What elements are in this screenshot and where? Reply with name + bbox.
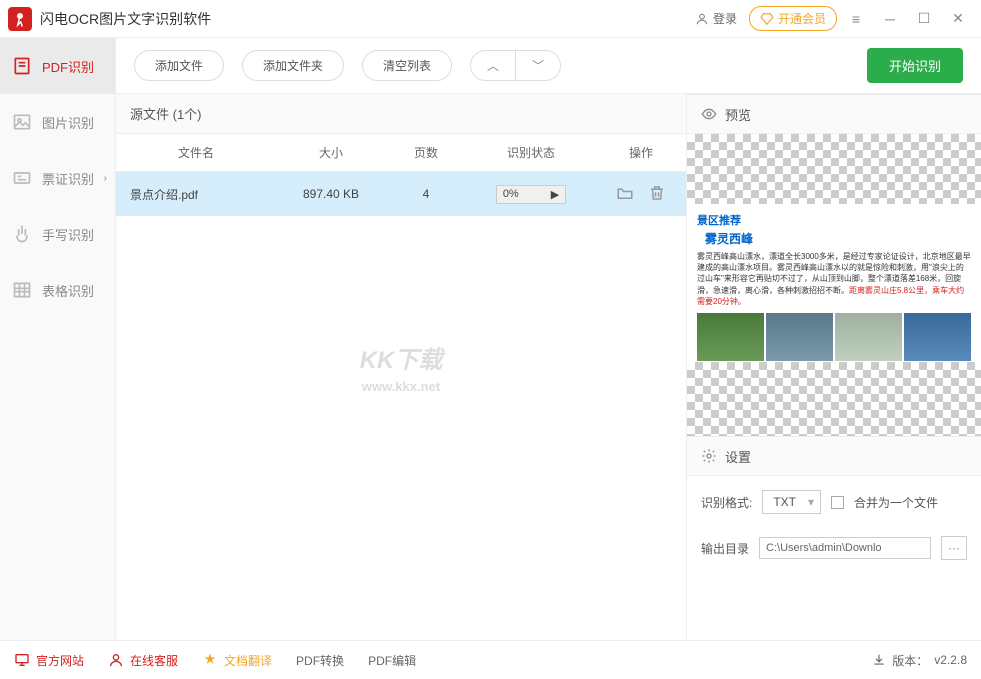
cell-name: 景点介绍.pdf <box>116 186 276 203</box>
sidebar-item-label: 表格识别 <box>42 281 94 300</box>
cell-ops <box>596 184 686 205</box>
preview-thumbnails <box>697 313 971 361</box>
output-path[interactable]: C:\Users\admin\Downlo <box>759 537 931 559</box>
add-folder-button[interactable]: 添加文件夹 <box>242 50 344 81</box>
vip-label: 开通会员 <box>778 10 826 27</box>
login-button[interactable]: 登录 <box>687 6 745 31</box>
merge-checkbox[interactable] <box>831 496 844 509</box>
move-up-button[interactable]: ︿ <box>471 51 516 80</box>
preview-title: 预览 <box>725 105 751 124</box>
delete-button[interactable] <box>648 184 666 205</box>
file-panel: 源文件 (1个) 文件名 大小 页数 识别状态 操作 景点介绍.pdf 897.… <box>116 94 686 640</box>
settings-body: 识别格式: TXT 合并为一个文件 输出目录 C:\Users\admin\Do… <box>687 476 981 640</box>
app-logo <box>8 7 32 31</box>
table-icon <box>12 280 32 300</box>
login-label: 登录 <box>713 10 737 27</box>
toolbar: 添加文件 添加文件夹 清空列表 ︿ ﹀ 开始识别 <box>116 38 981 94</box>
statusbar: 官方网站 在线客服 文档翻译 PDF转换 PDF编辑 版本： v2.2.8 <box>0 640 981 679</box>
app-title: 闪电OCR图片文字识别软件 <box>40 9 687 29</box>
watermark: KK下载 www.kkx.net <box>360 340 443 394</box>
col-pages: 页数 <box>386 144 466 161</box>
preview-checker-bottom <box>687 362 981 436</box>
cell-status: 0% ▶ <box>466 185 596 204</box>
add-file-button[interactable]: 添加文件 <box>134 50 224 81</box>
sidebar-item-table[interactable]: 表格识别 <box>0 262 115 318</box>
col-status: 识别状态 <box>466 144 596 161</box>
download-icon <box>872 653 886 667</box>
move-down-button[interactable]: ﹀ <box>516 51 560 80</box>
close-button[interactable]: ✕ <box>943 4 973 34</box>
right-panel: 预览 景区推荐 雾灵西峰 雾灵西峰高山漂水，漂道全长3000多米，是经过专家论证… <box>686 94 981 640</box>
maximize-button[interactable]: ☐ <box>909 4 939 34</box>
clear-list-button[interactable]: 清空列表 <box>362 50 452 81</box>
official-site-link[interactable]: 官方网站 <box>14 652 84 669</box>
translate-link[interactable]: 文档翻译 <box>202 652 272 669</box>
vip-button[interactable]: 开通会员 <box>749 6 837 31</box>
preview-checker-top <box>687 134 981 204</box>
progress-indicator: 0% ▶ <box>496 185 566 204</box>
reorder-group: ︿ ﹀ <box>470 50 561 81</box>
format-label: 识别格式: <box>701 494 752 511</box>
format-select[interactable]: TXT <box>762 490 821 514</box>
pdf-convert-link[interactable]: PDF转换 <box>296 652 344 669</box>
sidebar-item-label: 票证识别 <box>42 169 94 188</box>
browse-button[interactable]: ··· <box>941 536 967 560</box>
col-ops: 操作 <box>596 144 686 161</box>
cell-size: 897.40 KB <box>276 187 386 201</box>
open-folder-button[interactable] <box>616 184 634 205</box>
ticket-icon <box>12 168 32 188</box>
version-info[interactable]: 版本： v2.2.8 <box>872 652 967 669</box>
cell-pages: 4 <box>386 187 466 201</box>
table-row[interactable]: 景点介绍.pdf 897.40 KB 4 0% ▶ <box>116 172 686 216</box>
chevron-right-icon: › <box>104 173 107 184</box>
pdf-edit-link[interactable]: PDF编辑 <box>368 652 416 669</box>
sidebar-item-image[interactable]: 图片识别 <box>0 94 115 150</box>
source-header: 源文件 (1个) <box>116 94 686 134</box>
sidebar-item-pdf[interactable]: PDF识别 <box>0 38 115 94</box>
settings-header: 设置 <box>687 436 981 476</box>
image-icon <box>12 112 32 132</box>
titlebar: 闪电OCR图片文字识别软件 登录 开通会员 ≡ ─ ☐ ✕ <box>0 0 981 38</box>
support-link[interactable]: 在线客服 <box>108 652 178 669</box>
translate-icon <box>202 652 218 668</box>
gear-icon <box>701 448 717 464</box>
sidebar: PDF识别 图片识别 票证识别 › 手写识别 表格识别 <box>0 38 116 640</box>
diamond-icon <box>760 12 774 26</box>
menu-button[interactable]: ≡ <box>841 4 871 34</box>
table-header: 文件名 大小 页数 识别状态 操作 <box>116 134 686 172</box>
hand-icon <box>12 224 32 244</box>
sidebar-item-label: 手写识别 <box>42 225 94 244</box>
pdf-icon <box>12 56 32 76</box>
play-icon: ▶ <box>551 188 559 201</box>
sidebar-item-handwrite[interactable]: 手写识别 <box>0 206 115 262</box>
eye-icon <box>701 106 717 122</box>
preview-header: 预览 <box>687 94 981 134</box>
preview-document: 景区推荐 雾灵西峰 雾灵西峰高山漂水，漂道全长3000多米，是经过专家论证设计，… <box>687 204 981 362</box>
sidebar-item-ticket[interactable]: 票证识别 › <box>0 150 115 206</box>
sidebar-item-label: 图片识别 <box>42 113 94 132</box>
col-size: 大小 <box>276 144 386 161</box>
col-name: 文件名 <box>116 144 276 161</box>
start-button[interactable]: 开始识别 <box>867 48 963 83</box>
merge-label: 合并为一个文件 <box>854 494 938 511</box>
monitor-icon <box>14 652 30 668</box>
output-label: 输出目录 <box>701 540 749 557</box>
preview-box: 景区推荐 雾灵西峰 雾灵西峰高山漂水，漂道全长3000多米，是经过专家论证设计，… <box>687 134 981 436</box>
settings-title: 设置 <box>725 447 751 466</box>
minimize-button[interactable]: ─ <box>875 4 905 34</box>
headset-icon <box>108 652 124 668</box>
user-icon <box>695 12 709 26</box>
sidebar-item-label: PDF识别 <box>42 57 94 76</box>
